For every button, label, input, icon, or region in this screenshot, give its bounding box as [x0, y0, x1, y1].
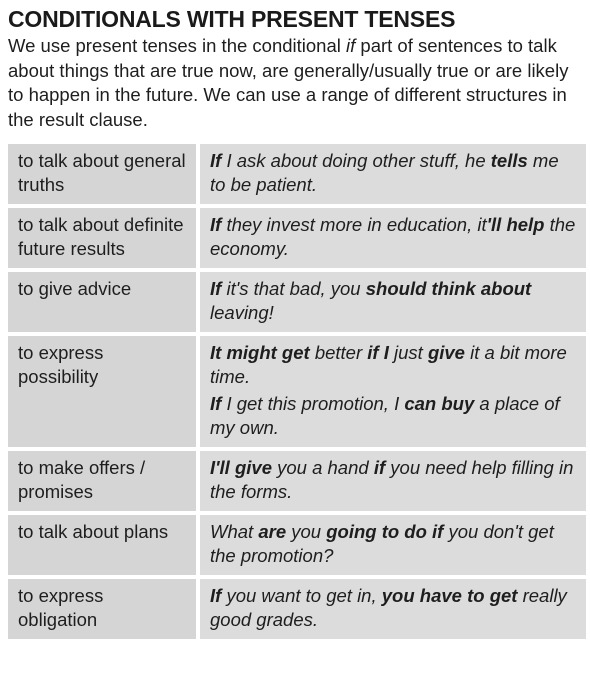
table-row: to express possibility It might get bette…	[8, 336, 586, 447]
table-row: to make offers / promises I'll give you a…	[8, 451, 586, 511]
table-row: to talk about general truths If I ask abo…	[8, 144, 586, 204]
table-row: to give advice If it's that bad, you shou…	[8, 272, 586, 332]
table-row: to express obligation If you want to get …	[8, 579, 586, 639]
example-cell: If you want to get in, you have to get r…	[200, 579, 586, 639]
example-highlight: tells	[490, 150, 528, 171]
example-sentence: If I get this promotion, I can buy a pla…	[210, 392, 576, 440]
example-text: I get this promotion, I	[221, 393, 405, 414]
usage-cell: to talk about plans	[8, 515, 200, 575]
example-cell: I'll give you a hand if you need help fi…	[200, 451, 586, 511]
example-highlight: can buy	[404, 393, 475, 414]
example-text: it's that bad, you	[221, 278, 366, 299]
example-highlight: If	[210, 393, 222, 414]
example-highlight: If	[210, 150, 222, 171]
example-highlight: If	[210, 214, 222, 235]
example-cell: If they invest more in education, it'll …	[200, 208, 586, 268]
example-cell: If I ask about doing other stuff, he tel…	[200, 144, 586, 204]
example-text: you want to get in,	[221, 585, 382, 606]
example-sentence: If it's that bad, you should think about…	[210, 277, 576, 325]
example-text: leaving!	[210, 302, 274, 323]
intro-paragraph: We use present tenses in the conditional…	[8, 34, 584, 132]
usage-table: to talk about general truths If I ask abo…	[8, 140, 586, 643]
example-highlight: should think about	[365, 278, 532, 299]
example-cell: It might get better if I just give it a …	[200, 336, 586, 447]
example-sentence: If I ask about doing other stuff, he tel…	[210, 149, 576, 197]
example-text: they invest more in education, it	[221, 214, 487, 235]
example-text: better	[309, 342, 368, 363]
example-highlight: I'll give	[210, 457, 272, 478]
usage-cell: to express possibility	[8, 336, 200, 447]
usage-cell: to give advice	[8, 272, 200, 332]
table-row: to talk about definite future results If …	[8, 208, 586, 268]
section-title: CONDITIONALS WITH PRESENT TENSES	[8, 6, 456, 32]
example-highlight: 'll help	[486, 214, 545, 235]
example-highlight: you have to get	[381, 585, 518, 606]
usage-table-body: to talk about general truths If I ask abo…	[8, 144, 586, 639]
usage-cell: to make offers / promises	[8, 451, 200, 511]
grammar-page: CONDITIONALS WITH PRESENT TENSES We use …	[0, 0, 590, 678]
example-highlight: If	[210, 278, 222, 299]
example-highlight: if I	[367, 342, 389, 363]
intro-text-before: We use present tenses in the conditional	[8, 35, 347, 56]
usage-cell: to talk about definite future results	[8, 208, 200, 268]
example-highlight: are	[258, 521, 287, 542]
example-highlight: going to do if	[326, 521, 444, 542]
intro-italic-if: if	[346, 35, 356, 56]
example-highlight: It might get	[210, 342, 310, 363]
example-sentence: What are you going to do if you don't ge…	[210, 520, 576, 568]
usage-cell: to express obligation	[8, 579, 200, 639]
example-sentence: If they invest more in education, it'll …	[210, 213, 576, 261]
example-cell: What are you going to do if you don't ge…	[200, 515, 586, 575]
example-sentence: It might get better if I just give it a …	[210, 341, 576, 389]
example-text: I ask about doing other stuff, he	[221, 150, 491, 171]
example-text: you	[286, 521, 327, 542]
usage-cell: to talk about general truths	[8, 144, 200, 204]
example-text: you a hand	[271, 457, 374, 478]
example-text: What	[210, 521, 259, 542]
example-sentence: If you want to get in, you have to get r…	[210, 584, 576, 632]
example-cell: If it's that bad, you should think about…	[200, 272, 586, 332]
example-text: just	[388, 342, 428, 363]
table-row: to talk about plans What are you going to…	[8, 515, 586, 575]
example-highlight: if	[373, 457, 386, 478]
example-highlight: If	[210, 585, 222, 606]
example-sentence: I'll give you a hand if you need help fi…	[210, 456, 576, 504]
example-highlight: give	[427, 342, 465, 363]
